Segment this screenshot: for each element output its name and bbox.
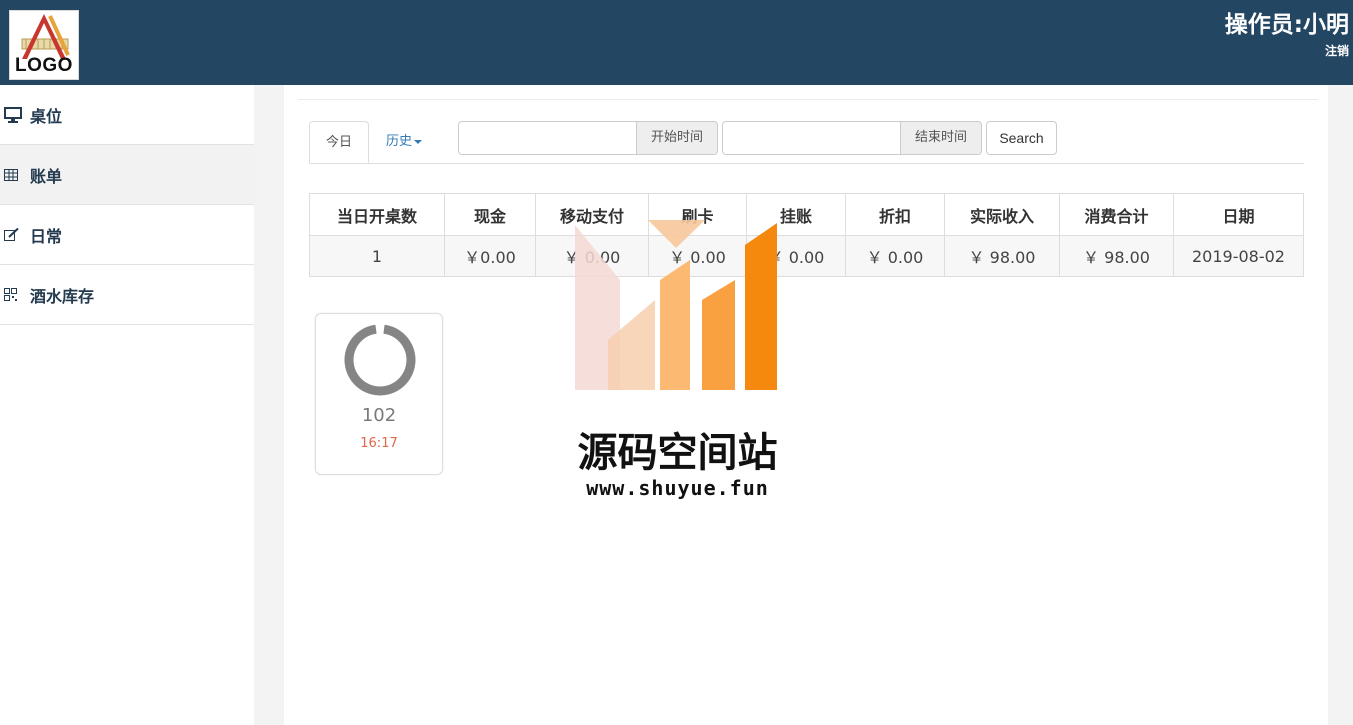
table-cell: ￥ 98.00 [1059, 235, 1174, 277]
sidebar-item-label: 酒水库存 [30, 286, 95, 306]
column-header: 现金 [444, 193, 536, 236]
top-header: LOGO 操作员:小明 注销 [0, 0, 1353, 85]
divider [298, 99, 1318, 100]
table-status-ring-icon [344, 324, 416, 396]
operator-name: 操作员:小明 [1224, 12, 1349, 38]
daily-summary-table: 当日开桌数 现金 移动支付 刷卡 挂账 折扣 实际收入 消费合计 日期 1 ￥0… [309, 193, 1304, 277]
table-open-time: 16:17 [360, 436, 398, 451]
sidebar: 桌位 账单 日常 酒水库存 [0, 85, 254, 725]
tab-history[interactable]: 历史 [379, 121, 429, 163]
column-header: 当日开桌数 [309, 193, 445, 236]
table-cell: 2019-08-02 [1173, 235, 1304, 277]
column-header: 消费合计 [1059, 193, 1174, 236]
monitor-icon [4, 106, 24, 123]
sidebar-item-tables[interactable]: 桌位 [0, 85, 254, 145]
table-cell: ￥ 98.00 [944, 235, 1060, 277]
table-icon [4, 168, 24, 181]
edit-icon [4, 227, 24, 242]
search-button[interactable]: Search [986, 121, 1057, 155]
tab-today[interactable]: 今日 [309, 121, 369, 163]
sidebar-item-daily[interactable]: 日常 [0, 205, 254, 265]
sidebar-item-label: 桌位 [30, 106, 63, 126]
table-row: 1 ￥0.00 ￥ 0.00 ￥ 0.00 ￥ 0.00 ￥ 0.00 ￥ 98… [309, 235, 1304, 277]
table-number: 102 [361, 405, 397, 426]
qrcode-icon [4, 288, 24, 301]
main-panel: 今日 历史 开始时间 结束时间 Search 当日开桌数 现金 移动支付 刷卡 … [284, 85, 1328, 725]
table-cell: 1 [309, 235, 445, 277]
column-header: 实际收入 [944, 193, 1060, 236]
table-cell: ￥ 0.00 [648, 235, 747, 277]
end-time-addon: 结束时间 [901, 121, 982, 155]
table-cell: ￥ 0.00 [845, 235, 945, 277]
column-header: 移动支付 [535, 193, 649, 236]
table-cell: ￥0.00 [444, 235, 536, 277]
sidebar-item-bills[interactable]: 账单 [0, 145, 254, 205]
table-cell: ￥ 0.00 [535, 235, 649, 277]
table-cell: ￥ 0.00 [746, 235, 846, 277]
logo-emblem-icon [21, 14, 70, 59]
start-time-input[interactable] [458, 121, 637, 155]
tab-history-label: 历史 [385, 134, 412, 149]
end-time-input[interactable] [722, 121, 901, 155]
logo-text: LOGO [15, 55, 73, 76]
column-header: 折扣 [845, 193, 945, 236]
sidebar-item-label: 账单 [30, 166, 63, 186]
start-time-addon: 开始时间 [637, 121, 718, 155]
table-header-row: 当日开桌数 现金 移动支付 刷卡 挂账 折扣 实际收入 消费合计 日期 [309, 193, 1304, 236]
column-header: 刷卡 [648, 193, 747, 236]
column-header: 挂账 [746, 193, 846, 236]
sidebar-item-drinks-stock[interactable]: 酒水库存 [0, 265, 254, 325]
logout-link[interactable]: 注销 [1325, 42, 1349, 59]
logo[interactable]: LOGO [9, 10, 79, 80]
column-header: 日期 [1173, 193, 1304, 236]
caret-down-icon [414, 139, 422, 144]
table-card[interactable]: 102 16:17 [315, 313, 443, 475]
sidebar-item-label: 日常 [30, 226, 63, 246]
